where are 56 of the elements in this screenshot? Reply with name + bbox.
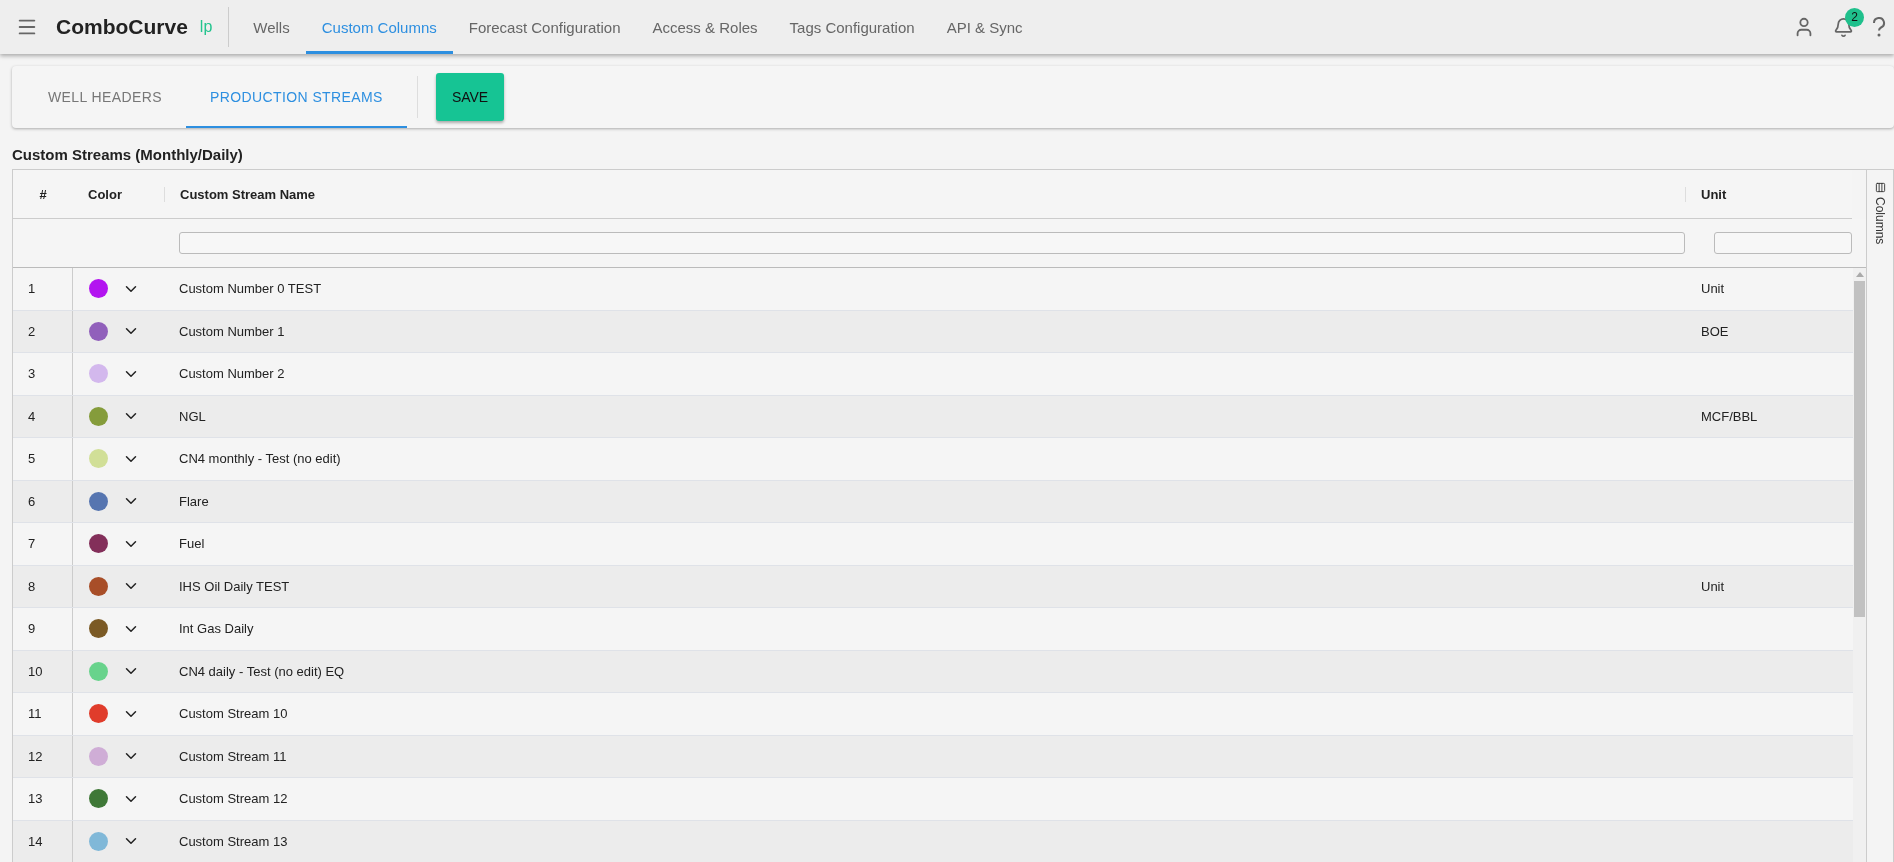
column-header[interactable]: # (13, 186, 73, 202)
stream-name-cell-text: Custom Stream 11 (178, 748, 288, 764)
unit-cell-text: BOE (1700, 323, 1730, 339)
column-header[interactable]: Unit (1685, 186, 1852, 202)
nav-tab[interactable]: Wells (237, 0, 306, 54)
row-number: 9 (13, 608, 73, 650)
row-number: 2 (13, 310, 73, 352)
nav-tab[interactable]: Custom Columns (305, 0, 453, 54)
name-filter-field[interactable] (179, 232, 1685, 254)
row-number: 3 (13, 353, 73, 395)
nav-tab[interactable]: Forecast Configuration (452, 0, 637, 54)
stream-name-cell-text: CN4 monthly - Test (no edit) (178, 451, 342, 467)
row-number: 4 (13, 395, 73, 437)
stream-name-cell-text: Flare (178, 493, 210, 509)
notification-count: 2 (1845, 7, 1864, 27)
columns-icon (1874, 182, 1886, 193)
stream-name-cell-text: Custom Number 0 TEST (178, 281, 323, 297)
row-number: 1 (13, 268, 73, 310)
column-header[interactable]: Custom Stream Name (164, 186, 1685, 202)
brand-tag: lp (199, 7, 230, 47)
stream-name-cell-text: Fuel (178, 536, 206, 552)
stream-name-cell-text: Custom Number 1 (178, 323, 286, 339)
unit-cell-text: Unit (1700, 578, 1726, 594)
nav-tab[interactable]: Access & Roles (636, 0, 774, 54)
stream-name-cell-text: Custom Stream 13 (178, 833, 289, 849)
row-number: 8 (13, 565, 73, 607)
scrollbar[interactable] (1853, 268, 1866, 862)
row-number: 7 (13, 523, 73, 565)
stream-name-cell-text: CN4 daily - Test (no edit) EQ (178, 663, 346, 679)
stream-name-cell-text: NGL (178, 408, 207, 424)
stream-name-cell-text: Int Gas Daily (178, 621, 255, 637)
row-number: 5 (13, 438, 73, 480)
stream-name-cell-text: Custom Number 2 (178, 366, 286, 382)
section-tab[interactable]: PRODUCTION STREAMS (186, 66, 407, 128)
column-header[interactable]: Color (73, 186, 164, 202)
stream-name-cell-text: Custom Stream 12 (178, 791, 289, 807)
stream-name-cell-text: Custom Stream 10 (178, 706, 289, 722)
save-button[interactable]: SAVE (435, 73, 505, 121)
unit-cell-text: MCF/BBL (1700, 408, 1759, 424)
section-title: Custom Streams (Monthly/Daily) (12, 146, 244, 163)
nav-tab[interactable]: Tags Configuration (773, 0, 931, 54)
columns-panel-button[interactable]: Columns (1873, 182, 1887, 245)
nav-tab[interactable]: API & Sync (930, 0, 1039, 54)
section-tab[interactable]: WELL HEADERS (24, 66, 186, 128)
bell-icon[interactable] (1833, 16, 1854, 38)
row-number: 10 (13, 650, 73, 692)
row-number: 13 (13, 778, 73, 820)
stream-name-cell-text: IHS Oil Daily TEST (178, 578, 291, 594)
row-number: 14 (13, 820, 73, 862)
unit-filter-field[interactable] (1714, 232, 1852, 254)
row-number: 11 (13, 693, 73, 735)
brand-name: ComboCurve (56, 15, 188, 39)
help-icon[interactable] (1872, 16, 1886, 38)
row-number: 6 (13, 480, 73, 522)
row-number: 12 (13, 735, 73, 777)
unit-cell-text: Unit (1700, 281, 1726, 297)
